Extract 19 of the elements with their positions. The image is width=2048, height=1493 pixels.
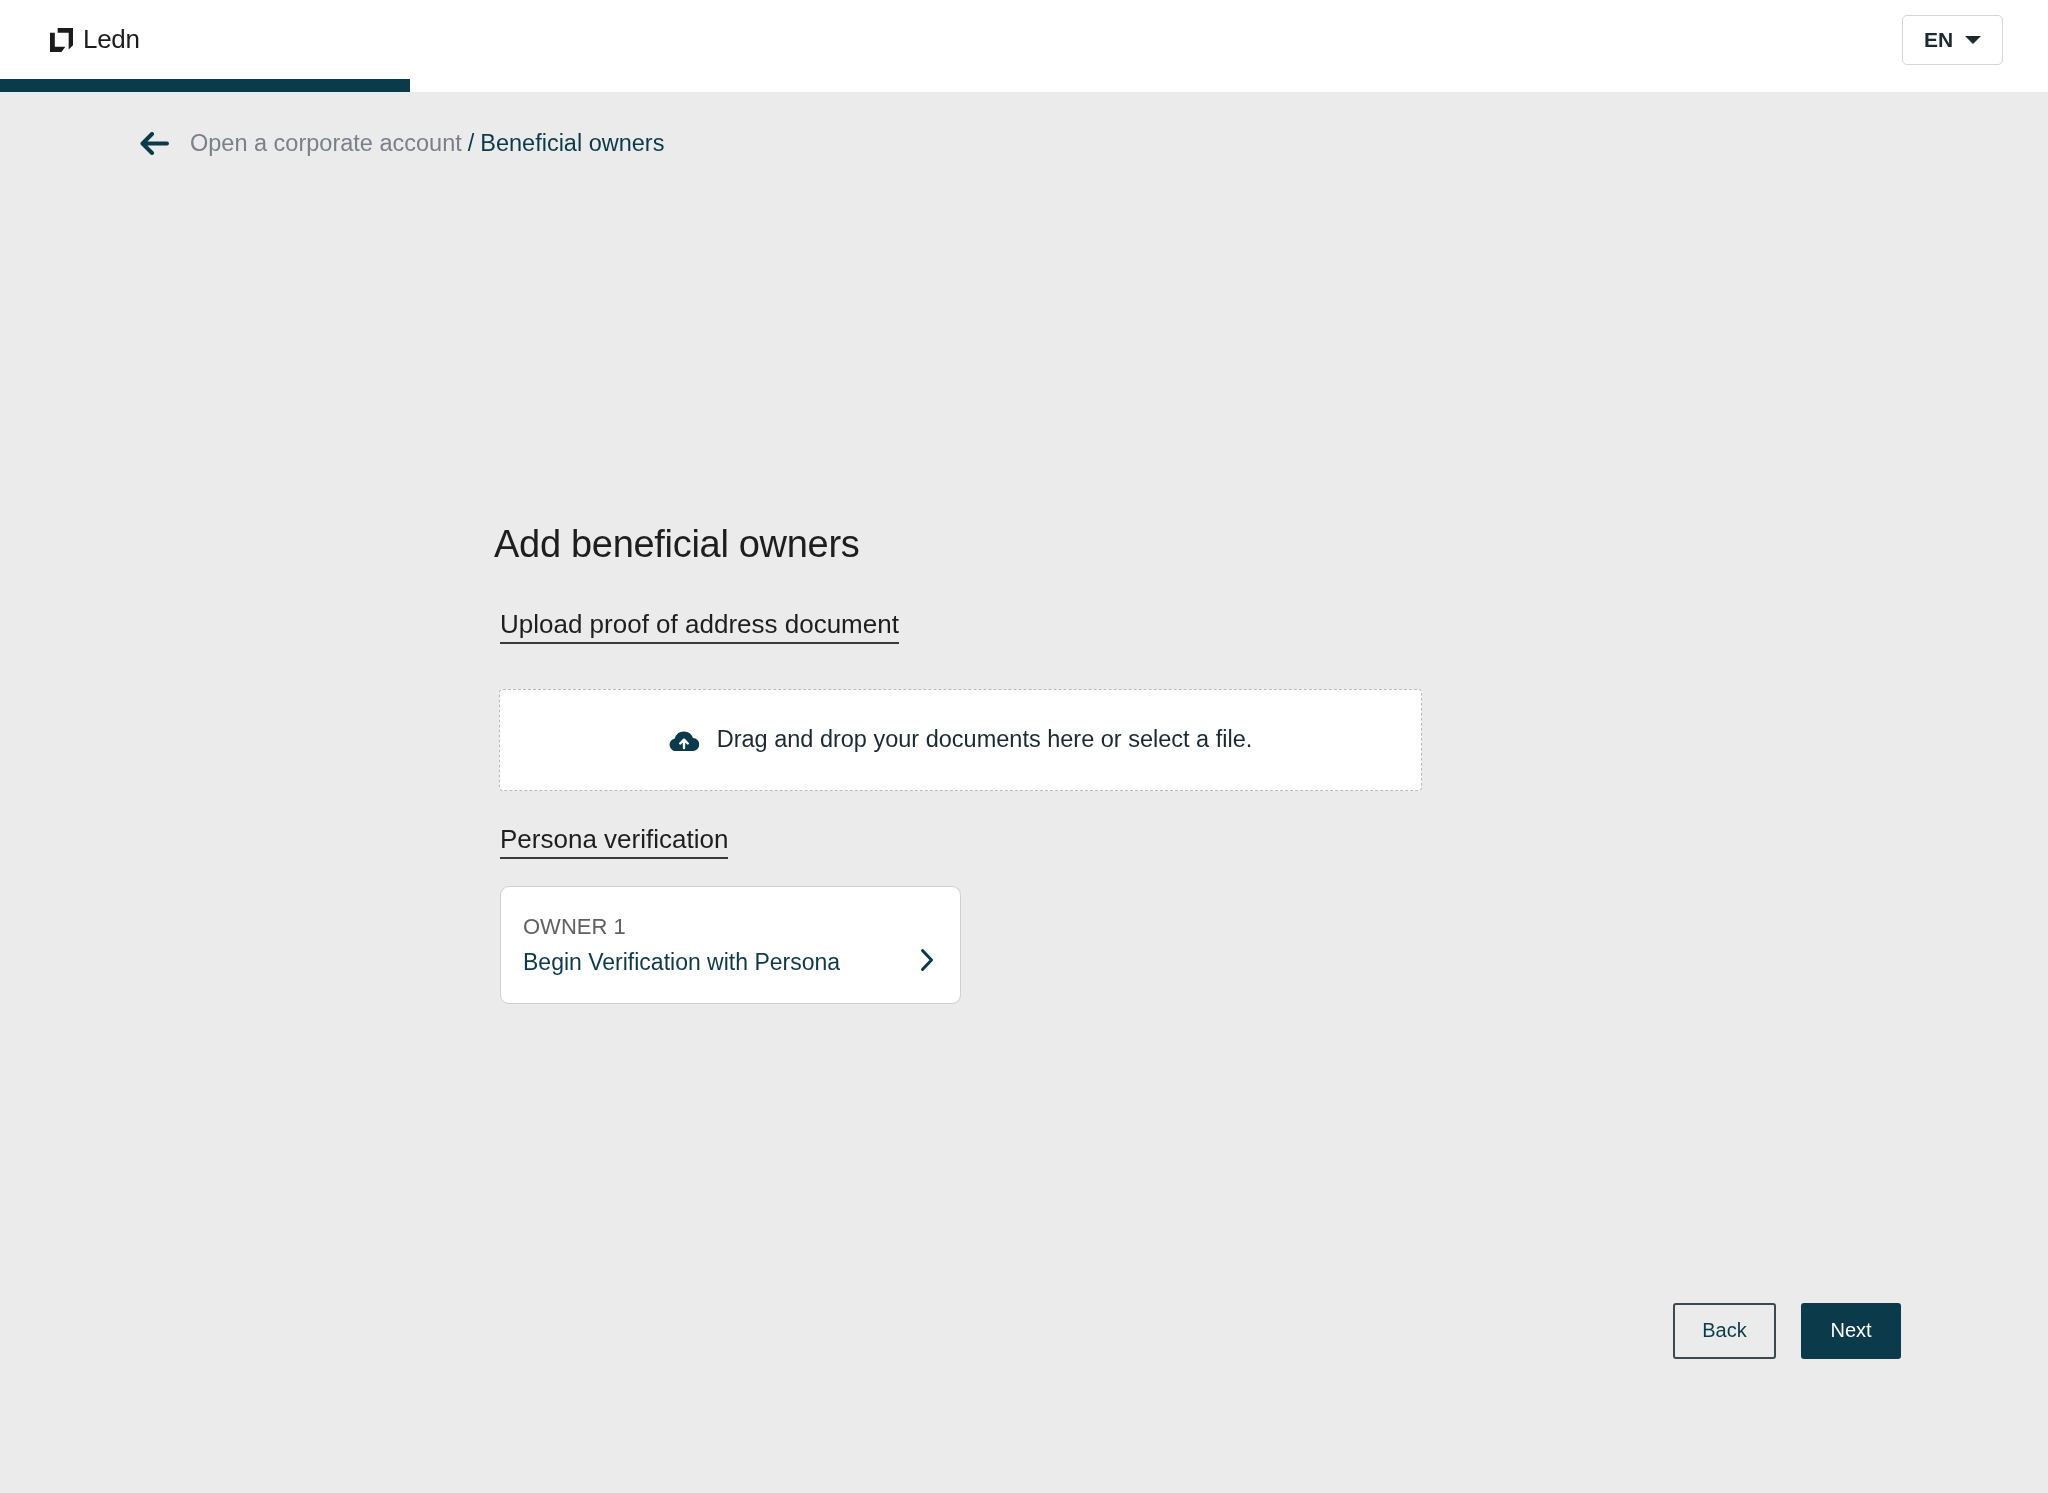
dropzone-text: Drag and drop your documents here or select a file.	[716, 726, 1253, 754]
next-button[interactable]: Next	[1801, 1302, 1901, 1359]
cloud-upload-icon	[668, 728, 699, 751]
owner-label: OWNER 1	[523, 914, 627, 939]
section-heading: Upload proof of address document	[500, 608, 899, 644]
back-arrow-icon[interactable]	[139, 132, 169, 155]
back-button[interactable]: Back	[1673, 1302, 1776, 1359]
chevron-right-icon	[920, 947, 934, 972]
upload-dropzone[interactable]: Drag and drop your documents here or select a file.	[499, 688, 1422, 791]
language-dropdown[interactable]: EN	[1902, 14, 2003, 65]
page-title: Add beneficial owners	[494, 522, 860, 567]
breadcrumb-separator: /	[467, 130, 475, 157]
owner-card[interactable]: OWNER 1 Begin Verification with Persona	[500, 885, 961, 1004]
breadcrumb-current: Beneficial owners	[480, 130, 665, 157]
logo-icon	[50, 27, 73, 52]
verification-action-text: Begin Verification with Persona	[523, 949, 841, 976]
caret-icon	[1965, 35, 1982, 44]
logo-text: Ledn	[83, 24, 140, 55]
section-heading: Persona verification	[500, 823, 729, 859]
